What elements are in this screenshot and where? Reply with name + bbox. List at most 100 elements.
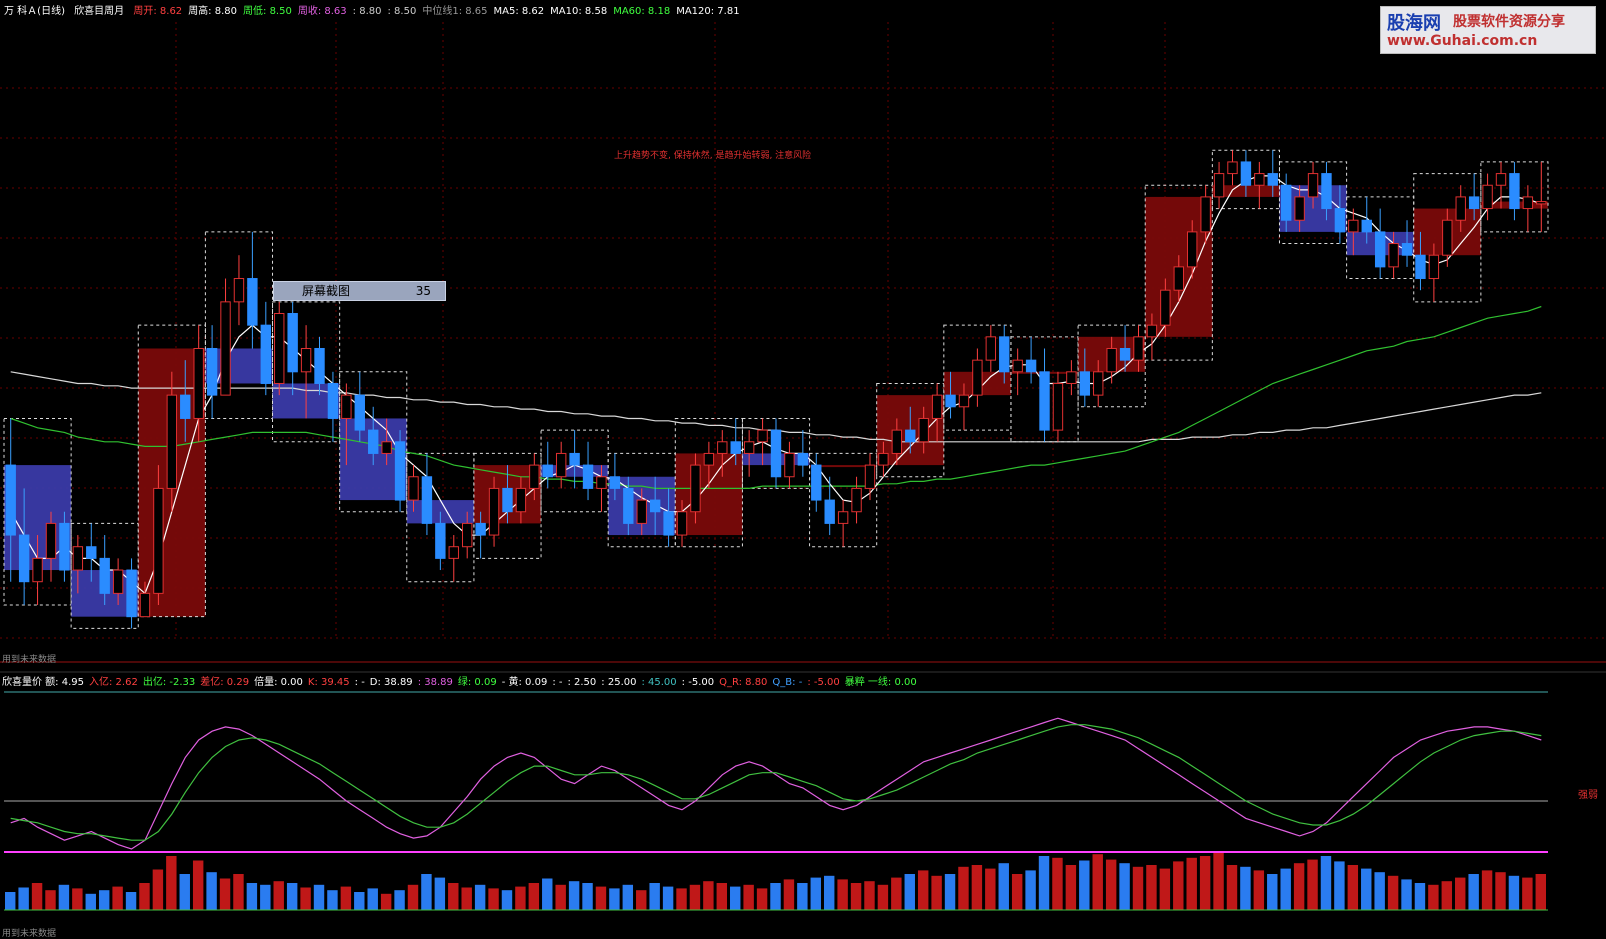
volume-bar [166, 856, 177, 910]
candle-body [770, 429, 782, 478]
volume-bar [783, 879, 795, 910]
candle-body [1187, 231, 1198, 268]
candle-body [354, 394, 365, 431]
indicator-value-16: Q_R: 8.80 [719, 677, 768, 688]
volume-bar [1428, 884, 1439, 910]
candle-body [972, 359, 983, 396]
volume-bar [98, 890, 110, 910]
candle-body [1334, 208, 1346, 233]
candle-body [1428, 254, 1440, 280]
candle-body [1066, 371, 1077, 384]
candle-body [1093, 371, 1104, 396]
volume-bar [421, 874, 432, 910]
header-value-0: 周开: 8.62 [133, 6, 183, 17]
indicator-value-15: : -5.00 [681, 677, 715, 688]
volume-bar [380, 893, 392, 910]
volume-bar [1401, 879, 1412, 910]
volume-bar [85, 893, 96, 910]
volume-bar [1199, 856, 1211, 910]
volume-bar [407, 884, 419, 910]
screenshot-popup[interactable]: 屏幕截图 35 [273, 281, 446, 301]
volume-bar [864, 881, 875, 910]
candle-body [1468, 196, 1480, 210]
candle-body [1213, 173, 1225, 198]
candle-body [139, 592, 151, 618]
candle-body [596, 476, 607, 489]
volume-bar [139, 883, 150, 910]
trend-annotation: 上升趋势不变, 保持休然, 是趋升始转弱, 注意风险 [614, 151, 812, 161]
volume-bar [555, 884, 566, 910]
volume-bar [944, 874, 956, 910]
candle-body [233, 278, 245, 303]
candle-body [1294, 196, 1305, 221]
candle-body [32, 557, 43, 583]
candle-body [1401, 243, 1413, 256]
header-value-4: : 8.80 [352, 6, 382, 17]
volume-bar [1119, 863, 1130, 910]
indicator-value-0: 欣喜量价 额: 4.95 [2, 677, 84, 688]
indicator-value-9: 绿: 0.09 [457, 677, 497, 688]
candle-body [717, 441, 728, 454]
header-value-8: MA10: 8.58 [550, 6, 608, 17]
candle-body [1374, 231, 1386, 268]
main-price-chart[interactable] [0, 0, 1606, 939]
volume-bar [1173, 861, 1184, 910]
volume-bar [797, 883, 808, 910]
volume-bar [958, 866, 969, 910]
volume-bar [542, 878, 553, 910]
candle-body [743, 441, 755, 454]
candle-body [529, 464, 540, 489]
volume-bar [1159, 868, 1171, 910]
volume-bar [1508, 875, 1520, 910]
indicator-name: 欣喜目周月 [74, 6, 125, 17]
candle-body [649, 499, 661, 513]
candle-body [341, 394, 352, 419]
volume-bar [367, 888, 378, 910]
header-value-2: 周低: 8.50 [243, 6, 292, 17]
logo-name: 股海网 [1387, 13, 1441, 34]
guhai-logo: 股海网 股票软件资源分享 www.Guhai.com.cn [1380, 6, 1596, 54]
header-value-6: 中位线1: 8.65 [422, 6, 488, 17]
volume-bar [1092, 854, 1103, 910]
header-value-1: 周高: 8.80 [188, 6, 238, 17]
candle-body [1522, 196, 1534, 210]
candle-body [945, 394, 956, 408]
main-footer-note: 用到未来数据 [2, 655, 57, 665]
volume-bar [1347, 865, 1359, 910]
volume-bar [1038, 856, 1050, 910]
volume-bar [582, 883, 593, 910]
volume-bar [528, 883, 540, 910]
indicator-value-1: 入亿: 2.62 [89, 677, 138, 688]
candle-body [891, 429, 903, 454]
volume-bar [1011, 874, 1023, 910]
volume-bar [1132, 866, 1144, 910]
candle-body [623, 487, 634, 524]
candle-body [1052, 382, 1064, 431]
screenshot-value: 35 [415, 284, 431, 298]
candle-body [421, 476, 433, 524]
indicator-value-4: 倍量: 0.00 [254, 677, 303, 688]
candle-body [1495, 173, 1507, 186]
volume-bar [662, 886, 674, 910]
candle-body [1442, 219, 1453, 256]
volume-bar [273, 881, 284, 910]
candle-body [878, 452, 889, 466]
candle-body [72, 546, 84, 571]
indicator-value-18: : -5.00 [807, 677, 840, 688]
candle-body [1254, 173, 1265, 186]
volume-bar [770, 883, 781, 910]
candle-body [287, 313, 298, 373]
volume-bar [1280, 868, 1291, 910]
volume-bar [1186, 857, 1197, 910]
candle-body [1200, 196, 1211, 233]
candle-body [1106, 347, 1117, 373]
volume-bar [1267, 874, 1278, 910]
volume-bar [1079, 860, 1090, 910]
volume-bar [1468, 874, 1479, 910]
volume-bar [1522, 877, 1533, 910]
volume-bar [501, 890, 513, 910]
candle-body [1039, 371, 1050, 431]
candle-body [1482, 184, 1493, 210]
candle-body [824, 499, 835, 524]
candle-body [542, 464, 553, 478]
